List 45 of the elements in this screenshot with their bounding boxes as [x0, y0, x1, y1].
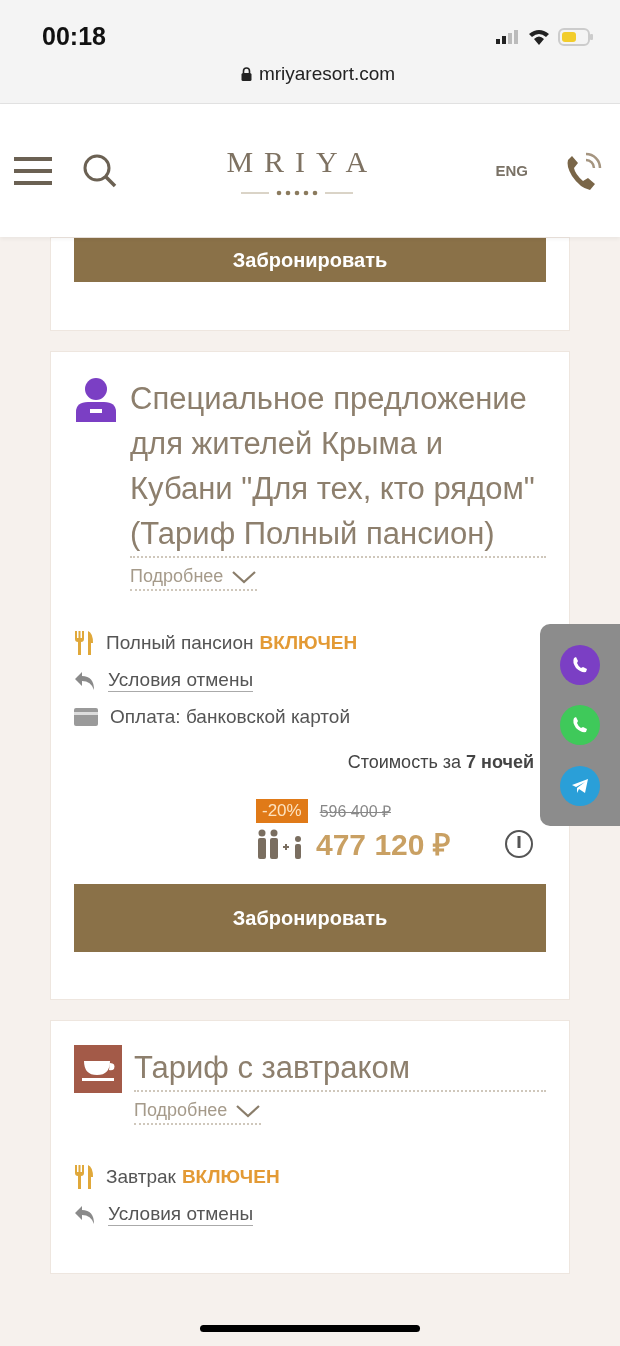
card-icon [74, 708, 98, 726]
url-text[interactable]: mriyaresort.com [258, 63, 396, 85]
wifi-icon [528, 28, 550, 45]
signal-icon [496, 29, 520, 44]
price-label: Стоимость за 7 ночей [347, 752, 534, 773]
fork-knife-icon [74, 1165, 94, 1189]
logo-text[interactable]: MRIYA [226, 144, 379, 179]
undo-arrow-icon [74, 1204, 96, 1225]
menu-icon[interactable] [14, 155, 52, 186]
chevron-down-icon [235, 1103, 262, 1118]
cancellation-link[interactable]: Условия отмены [108, 669, 254, 692]
feature-text: Оплата: банковской картой [110, 706, 350, 728]
person-icon [74, 376, 118, 422]
feature-text: Полный пансион [106, 632, 254, 654]
feature-text: Завтрак [106, 1166, 176, 1188]
language-link[interactable]: ENG [495, 162, 528, 179]
details-link[interactable]: Подробнее [134, 1100, 262, 1125]
paper-plane-icon [571, 777, 589, 794]
viber-button[interactable] [560, 644, 600, 685]
old-price: 596 400 ₽ [319, 802, 391, 822]
fork-knife-icon [74, 631, 94, 655]
chevron-down-icon [231, 569, 258, 584]
info-icon[interactable] [504, 828, 534, 859]
logo-stars-icon [240, 188, 353, 197]
phone-icon [571, 716, 589, 734]
included-label: ВКЛЮЧЕН [259, 632, 358, 654]
undo-arrow-icon [74, 670, 96, 691]
discount-badge: -20% [256, 799, 308, 823]
telegram-button[interactable] [560, 765, 600, 806]
whatsapp-button[interactable] [560, 705, 600, 745]
book-button[interactable]: Забронировать [74, 884, 546, 952]
offer-title[interactable]: Тариф с завтраком [134, 1045, 546, 1092]
phone-icon [571, 655, 589, 674]
cancellation-link[interactable]: Условия отмены [108, 1203, 254, 1226]
offer-title[interactable]: Специальное предложение для жителей Крыма и Кубани "Для тех, кто рядом" (Тариф Полный пансион) [130, 376, 546, 558]
guests-icon [256, 828, 304, 859]
included-label: ВКЛЮЧЕН [181, 1166, 280, 1188]
book-button[interactable]: Забронировать [74, 238, 546, 282]
details-link[interactable]: Подробнее [130, 566, 258, 591]
battery-icon [558, 27, 594, 46]
search-icon[interactable] [82, 152, 118, 189]
clock-time: 00:18 [42, 22, 106, 51]
cup-icon [74, 1045, 122, 1093]
current-price: 477 120 ₽ [316, 827, 451, 863]
lock-icon [240, 67, 252, 81]
